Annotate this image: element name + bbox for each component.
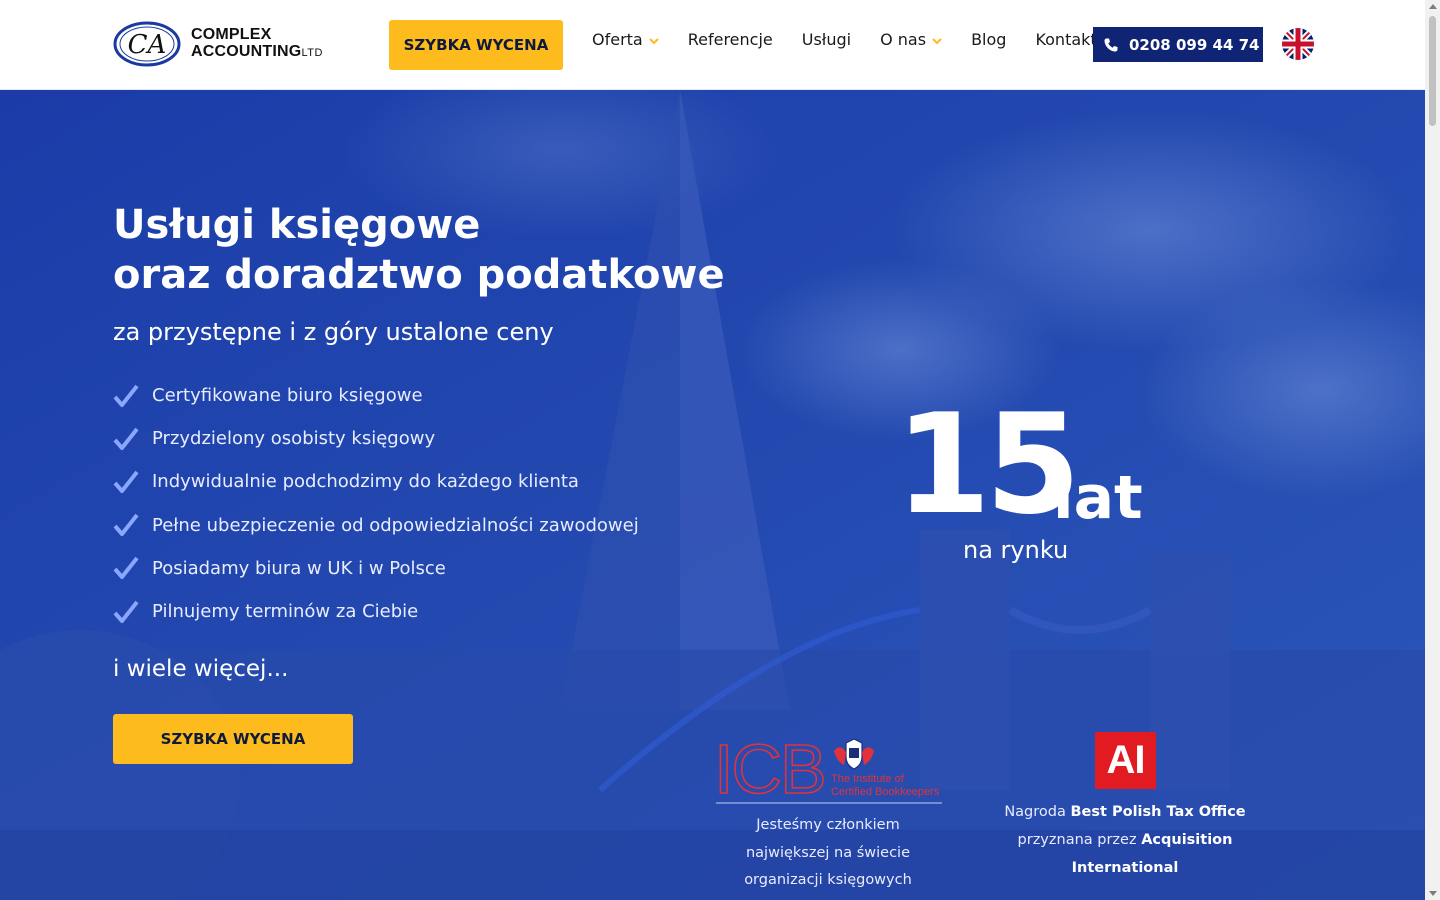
logo-mark-icon: CA [113, 21, 181, 67]
scroll-up-arrow-icon[interactable] [1429, 4, 1437, 9]
more-text: i wiele więcej... [113, 656, 289, 682]
feature-item: Posiadamy biura w UK i w Polsce [113, 547, 639, 590]
scroll-down-arrow-icon[interactable] [1429, 891, 1437, 896]
quote-button-hero[interactable]: SZYBKA WYCENA [113, 714, 353, 764]
chevron-down-icon [932, 37, 942, 44]
years-stat: 15 lat na rynku [895, 384, 1143, 565]
check-icon [113, 384, 139, 407]
nav-item-blog[interactable]: Blog [971, 30, 1006, 49]
feature-item: Indywidualnie podchodzimy do każdego kli… [113, 460, 639, 503]
check-icon [113, 470, 139, 493]
chevron-down-icon [649, 37, 659, 44]
nav-label: Usługi [801, 30, 852, 49]
feature-item: Pełne ubezpieczenie od odpowiedzialności… [113, 504, 639, 547]
nav-label: Referencje [687, 30, 773, 49]
site-header: CA COMPLEX ACCOUNTINGLTD SZYBKA WYCENA O… [0, 0, 1425, 90]
uk-flag-icon [1282, 28, 1314, 60]
nav-label: Oferta [592, 30, 643, 49]
svg-text:Certified Bookkeepers: Certified Bookkeepers [831, 786, 940, 798]
years-caption: na rynku [963, 536, 1069, 564]
nav-item-kontakt[interactable]: Kontakt [1035, 30, 1096, 49]
years-number: 15 [895, 384, 1081, 545]
icb-text-line: Jesteśmy członkiem [756, 817, 900, 833]
svg-text:ICB: ICB [714, 733, 825, 805]
award-prefix: Nagroda [1004, 804, 1071, 820]
award-line2: przyznana przez Acquisition Internationa… [965, 826, 1285, 882]
phone-button[interactable]: 0208 099 44 74 [1093, 27, 1263, 62]
hero-title-line1: Usługi księgowe [113, 202, 481, 248]
award-name: Best Polish Tax Office [1070, 804, 1246, 820]
phone-number: 0208 099 44 74 [1129, 35, 1260, 54]
page-scrollbar[interactable] [1425, 0, 1440, 900]
nav-label: Blog [971, 30, 1007, 49]
logo-text: COMPLEX ACCOUNTINGLTD [191, 26, 323, 62]
icb-logo-graphic: ICB The Institute of Certified Bookkeepe… [713, 729, 942, 809]
nav-item-referencje[interactable]: Referencje [688, 30, 773, 49]
coat-of-arms-icon [834, 738, 874, 770]
feature-item: Certyfikowane biuro księgowe [113, 374, 639, 417]
feature-item: Pilnujemy terminów za Ciebie [113, 590, 639, 633]
check-icon [113, 513, 139, 537]
award-prefix: przyznana przez [1017, 832, 1142, 848]
feature-text: Posiadamy biura w UK i w Polsce [152, 557, 446, 579]
check-icon [113, 557, 139, 580]
feature-item: Przydzielony osobisty księgowy [113, 417, 639, 460]
svg-text:The Institute of: The Institute of [831, 773, 905, 785]
check-icon [113, 427, 139, 450]
feature-text: Przydzielony osobisty księgowy [152, 428, 436, 450]
logo-suffix: LTD [301, 47, 323, 59]
hero-title: Usługi księgowe oraz doradztwo podatkowe [113, 200, 725, 300]
icb-text-line: największej na świecie [745, 844, 910, 861]
feature-text: Pilnujemy terminów za Ciebie [152, 601, 419, 623]
nav-label: O nas [880, 30, 927, 49]
icb-description: Jesteśmy członkiem największej na świeci… [715, 812, 941, 895]
feature-list: Certyfikowane biuro księgowe Przydzielon… [113, 374, 639, 633]
logo-line1: COMPLEX [191, 26, 272, 43]
logo-line2: ACCOUNTING [191, 43, 302, 60]
hero-subtitle: za przystępne i z góry ustalone ceny [113, 318, 554, 346]
phone-icon [1104, 38, 1118, 51]
company-logo[interactable]: CA COMPLEX ACCOUNTINGLTD [113, 21, 323, 67]
language-switcher[interactable] [1282, 28, 1314, 60]
award-line1: Nagroda Best Polish Tax Office [965, 798, 1285, 826]
years-unit: lat [1053, 463, 1143, 533]
feature-text: Indywidualnie podchodzimy do każdego kli… [152, 471, 579, 493]
award-description: Nagroda Best Polish Tax Office przyznana… [965, 798, 1285, 882]
feature-text: Pełne ubezpieczenie od odpowiedzialności… [152, 514, 639, 536]
acquisition-international-logo[interactable]: AI [1095, 732, 1156, 789]
svg-text:CA: CA [128, 30, 167, 60]
icb-text-line: organizacji księgowych [744, 872, 912, 888]
icb-logo[interactable]: ICB The Institute of Certified Bookkeepe… [713, 729, 944, 809]
hero-section: Usługi księgowe oraz doradztwo podatkowe… [0, 90, 1425, 900]
nav-item-oferta[interactable]: Oferta [592, 30, 659, 49]
check-icon [113, 600, 139, 623]
main-nav: Oferta Referencje Usługi O nas Blog Kont… [592, 30, 1126, 49]
nav-item-o-nas[interactable]: O nas [880, 30, 942, 49]
feature-text: Certyfikowane biuro księgowe [152, 385, 423, 407]
scrollbar-thumb[interactable] [1429, 16, 1436, 126]
nav-label: Kontakt [1035, 30, 1097, 49]
hero-title-line2: oraz doradztwo podatkowe [113, 252, 725, 298]
nav-item-uslugi[interactable]: Usługi [802, 30, 851, 49]
quote-button-header[interactable]: SZYBKA WYCENA [389, 20, 563, 70]
